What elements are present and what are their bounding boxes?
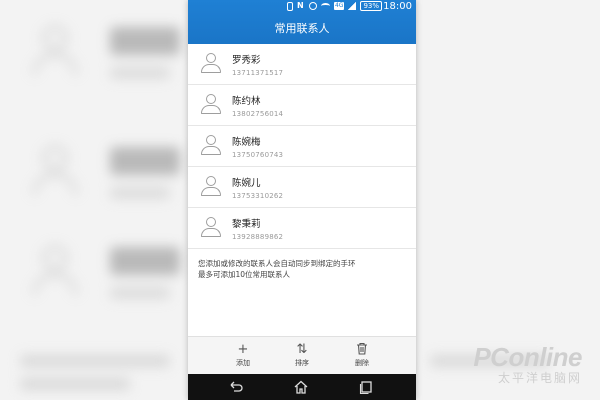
nfc-icon: N [296,1,304,10]
page-title: 常用联系人 [274,22,330,35]
phone-screen: N 4G 93% 18:00 常用联系人 罗秀彩 13711371517 陈约林… [188,0,416,400]
contact-item[interactable]: 罗秀彩 13711371517 [188,44,416,85]
android-nav-bar [188,374,416,400]
person-icon [201,53,221,75]
contact-name: 罗秀彩 [232,55,261,66]
app-header: N 4G 93% 18:00 常用联系人 [188,0,416,44]
note-line: 最多可添加10位常用联系人 [198,270,291,279]
person-icon [201,135,221,157]
status-time: 18:00 [383,1,412,12]
sort-label: 排序 [295,359,309,367]
contact-name: 黎秉莉 [232,219,261,230]
contact-name: 陈婉梅 [232,137,261,148]
trash-icon [342,342,382,358]
mute-icon [308,2,317,10]
person-icon [201,176,221,198]
network-type-icon: 4G [333,2,345,10]
contact-phone: 13750760743 [232,151,284,159]
plus-icon: + [237,342,249,357]
bottom-toolbar: + 添加 ⇅ 排序 删除 [188,336,416,375]
note-line: 您添加或修改的联系人会自动同步到绑定的手环 [198,259,356,268]
add-label: 添加 [236,359,250,367]
contact-phone: 13928889862 [232,233,284,241]
add-button[interactable]: + 添加 [223,342,263,368]
person-icon [201,94,221,116]
recent-apps-icon[interactable] [358,379,374,395]
contact-item[interactable]: 陈约林 13802756014 [188,85,416,126]
contact-name: 陈约林 [232,96,261,107]
contact-name: 陈婉儿 [232,178,261,189]
sort-button[interactable]: ⇅ 排序 [282,342,322,368]
sort-arrows-icon: ⇅ [296,342,308,357]
contact-phone: 13711371517 [232,69,284,77]
delete-button[interactable]: 删除 [342,342,382,368]
person-icon [201,217,221,239]
contact-phone: 13802756014 [232,110,284,118]
wifi-icon [320,3,330,9]
contact-list: 罗秀彩 13711371517 陈约林 13802756014 陈婉梅 1375… [188,44,416,249]
bluetooth-icon [286,1,293,11]
contact-item[interactable]: 陈婉梅 13750760743 [188,126,416,167]
home-icon[interactable] [293,379,309,395]
status-bar: N 4G 93% 18:00 [188,0,416,14]
sync-note: 您添加或修改的联系人会自动同步到绑定的手环 最多可添加10位常用联系人 [198,258,408,280]
contact-phone: 13753310262 [232,192,284,200]
back-icon[interactable] [228,379,244,395]
delete-label: 删除 [355,359,369,367]
signal-icon [348,2,357,10]
contact-item[interactable]: 黎秉莉 13928889862 [188,208,416,249]
watermark: PConline 太平洋电脑网 [473,342,582,386]
battery-icon: 93% [360,1,382,11]
contact-item[interactable]: 陈婉儿 13753310262 [188,167,416,208]
